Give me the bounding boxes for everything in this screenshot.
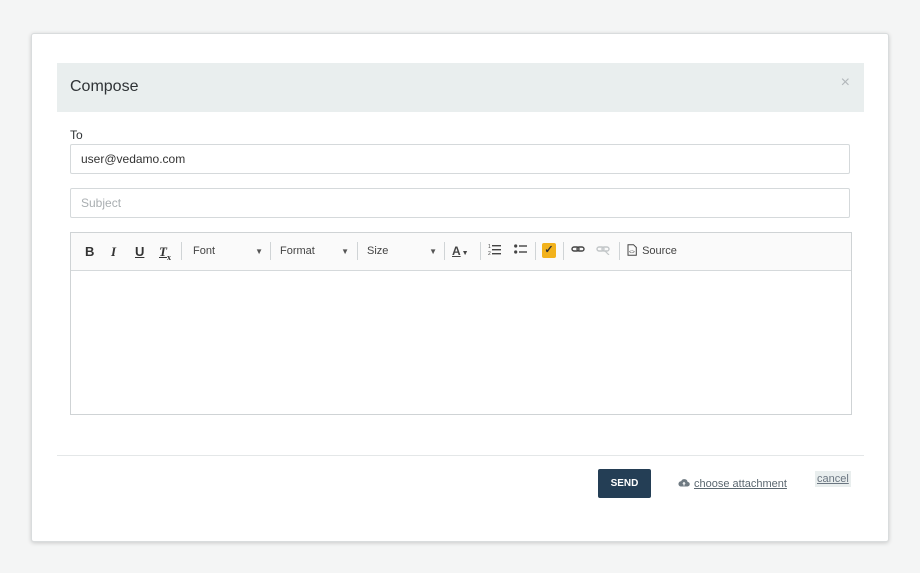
underline-button[interactable]: U — [135, 243, 144, 260]
unlink-icon[interactable] — [596, 243, 610, 260]
cancel-link[interactable]: cancel — [815, 471, 851, 487]
italic-button[interactable]: I — [111, 243, 116, 260]
rich-text-editor: B I U Tx Font ▼ Format ▼ Size ▼ A▼ 1 2 ✓… — [70, 232, 852, 415]
size-select[interactable]: Size ▼ — [367, 243, 437, 260]
bold-button[interactable]: B — [85, 243, 94, 260]
remove-format-button[interactable]: Tx — [159, 243, 171, 262]
text-color-label: A — [452, 244, 461, 258]
toolbar-separator — [444, 242, 445, 260]
dialog-title: Compose — [70, 78, 139, 95]
editor-toolbar: B I U Tx Font ▼ Format ▼ Size ▼ A▼ 1 2 ✓… — [71, 233, 851, 271]
toolbar-separator — [270, 242, 271, 260]
chevron-down-icon: ▼ — [461, 250, 469, 257]
toolbar-separator — [563, 242, 564, 260]
choose-attachment-label: choose attachment — [694, 478, 787, 490]
font-select[interactable]: Font ▼ — [193, 243, 263, 260]
size-select-label: Size — [367, 245, 389, 257]
toolbar-separator — [535, 242, 536, 260]
chevron-down-icon: ▼ — [429, 247, 437, 256]
text-color-button[interactable]: A▼ — [452, 243, 474, 260]
remove-format-label: T — [159, 244, 167, 259]
cloud-upload-icon — [678, 478, 690, 490]
svg-text:2: 2 — [488, 251, 491, 256]
choose-attachment-link[interactable]: choose attachment — [678, 478, 787, 490]
format-select[interactable]: Format ▼ — [280, 243, 349, 260]
chevron-down-icon: ▼ — [341, 247, 349, 256]
footer-divider — [57, 455, 864, 456]
subject-field[interactable] — [70, 188, 850, 218]
remove-format-x-icon: x — [166, 252, 171, 262]
toolbar-separator — [357, 242, 358, 260]
spellcheck-icon[interactable]: ✓ — [542, 243, 556, 258]
numbered-list-icon[interactable]: 12 — [488, 243, 501, 260]
format-select-label: Format — [280, 245, 315, 257]
toolbar-separator — [181, 242, 182, 260]
source-label: Source — [642, 245, 677, 257]
bulleted-list-icon[interactable] — [514, 243, 527, 260]
to-label: To — [70, 128, 83, 142]
chevron-down-icon: ▼ — [255, 247, 263, 256]
source-button[interactable]: <> Source — [627, 243, 677, 260]
svg-text:1: 1 — [488, 244, 491, 250]
dialog-header: Compose × — [57, 63, 864, 112]
send-button[interactable]: SEND — [598, 469, 651, 498]
svg-text:<>: <> — [629, 250, 635, 256]
close-icon[interactable]: × — [841, 75, 850, 91]
editor-content-area[interactable] — [71, 271, 851, 414]
toolbar-separator — [619, 242, 620, 260]
link-icon[interactable] — [571, 243, 585, 260]
to-field[interactable] — [70, 144, 850, 174]
toolbar-separator — [480, 242, 481, 260]
font-select-label: Font — [193, 245, 216, 257]
compose-dialog: Compose × To B I U Tx Font ▼ Format ▼ Si… — [31, 33, 889, 542]
